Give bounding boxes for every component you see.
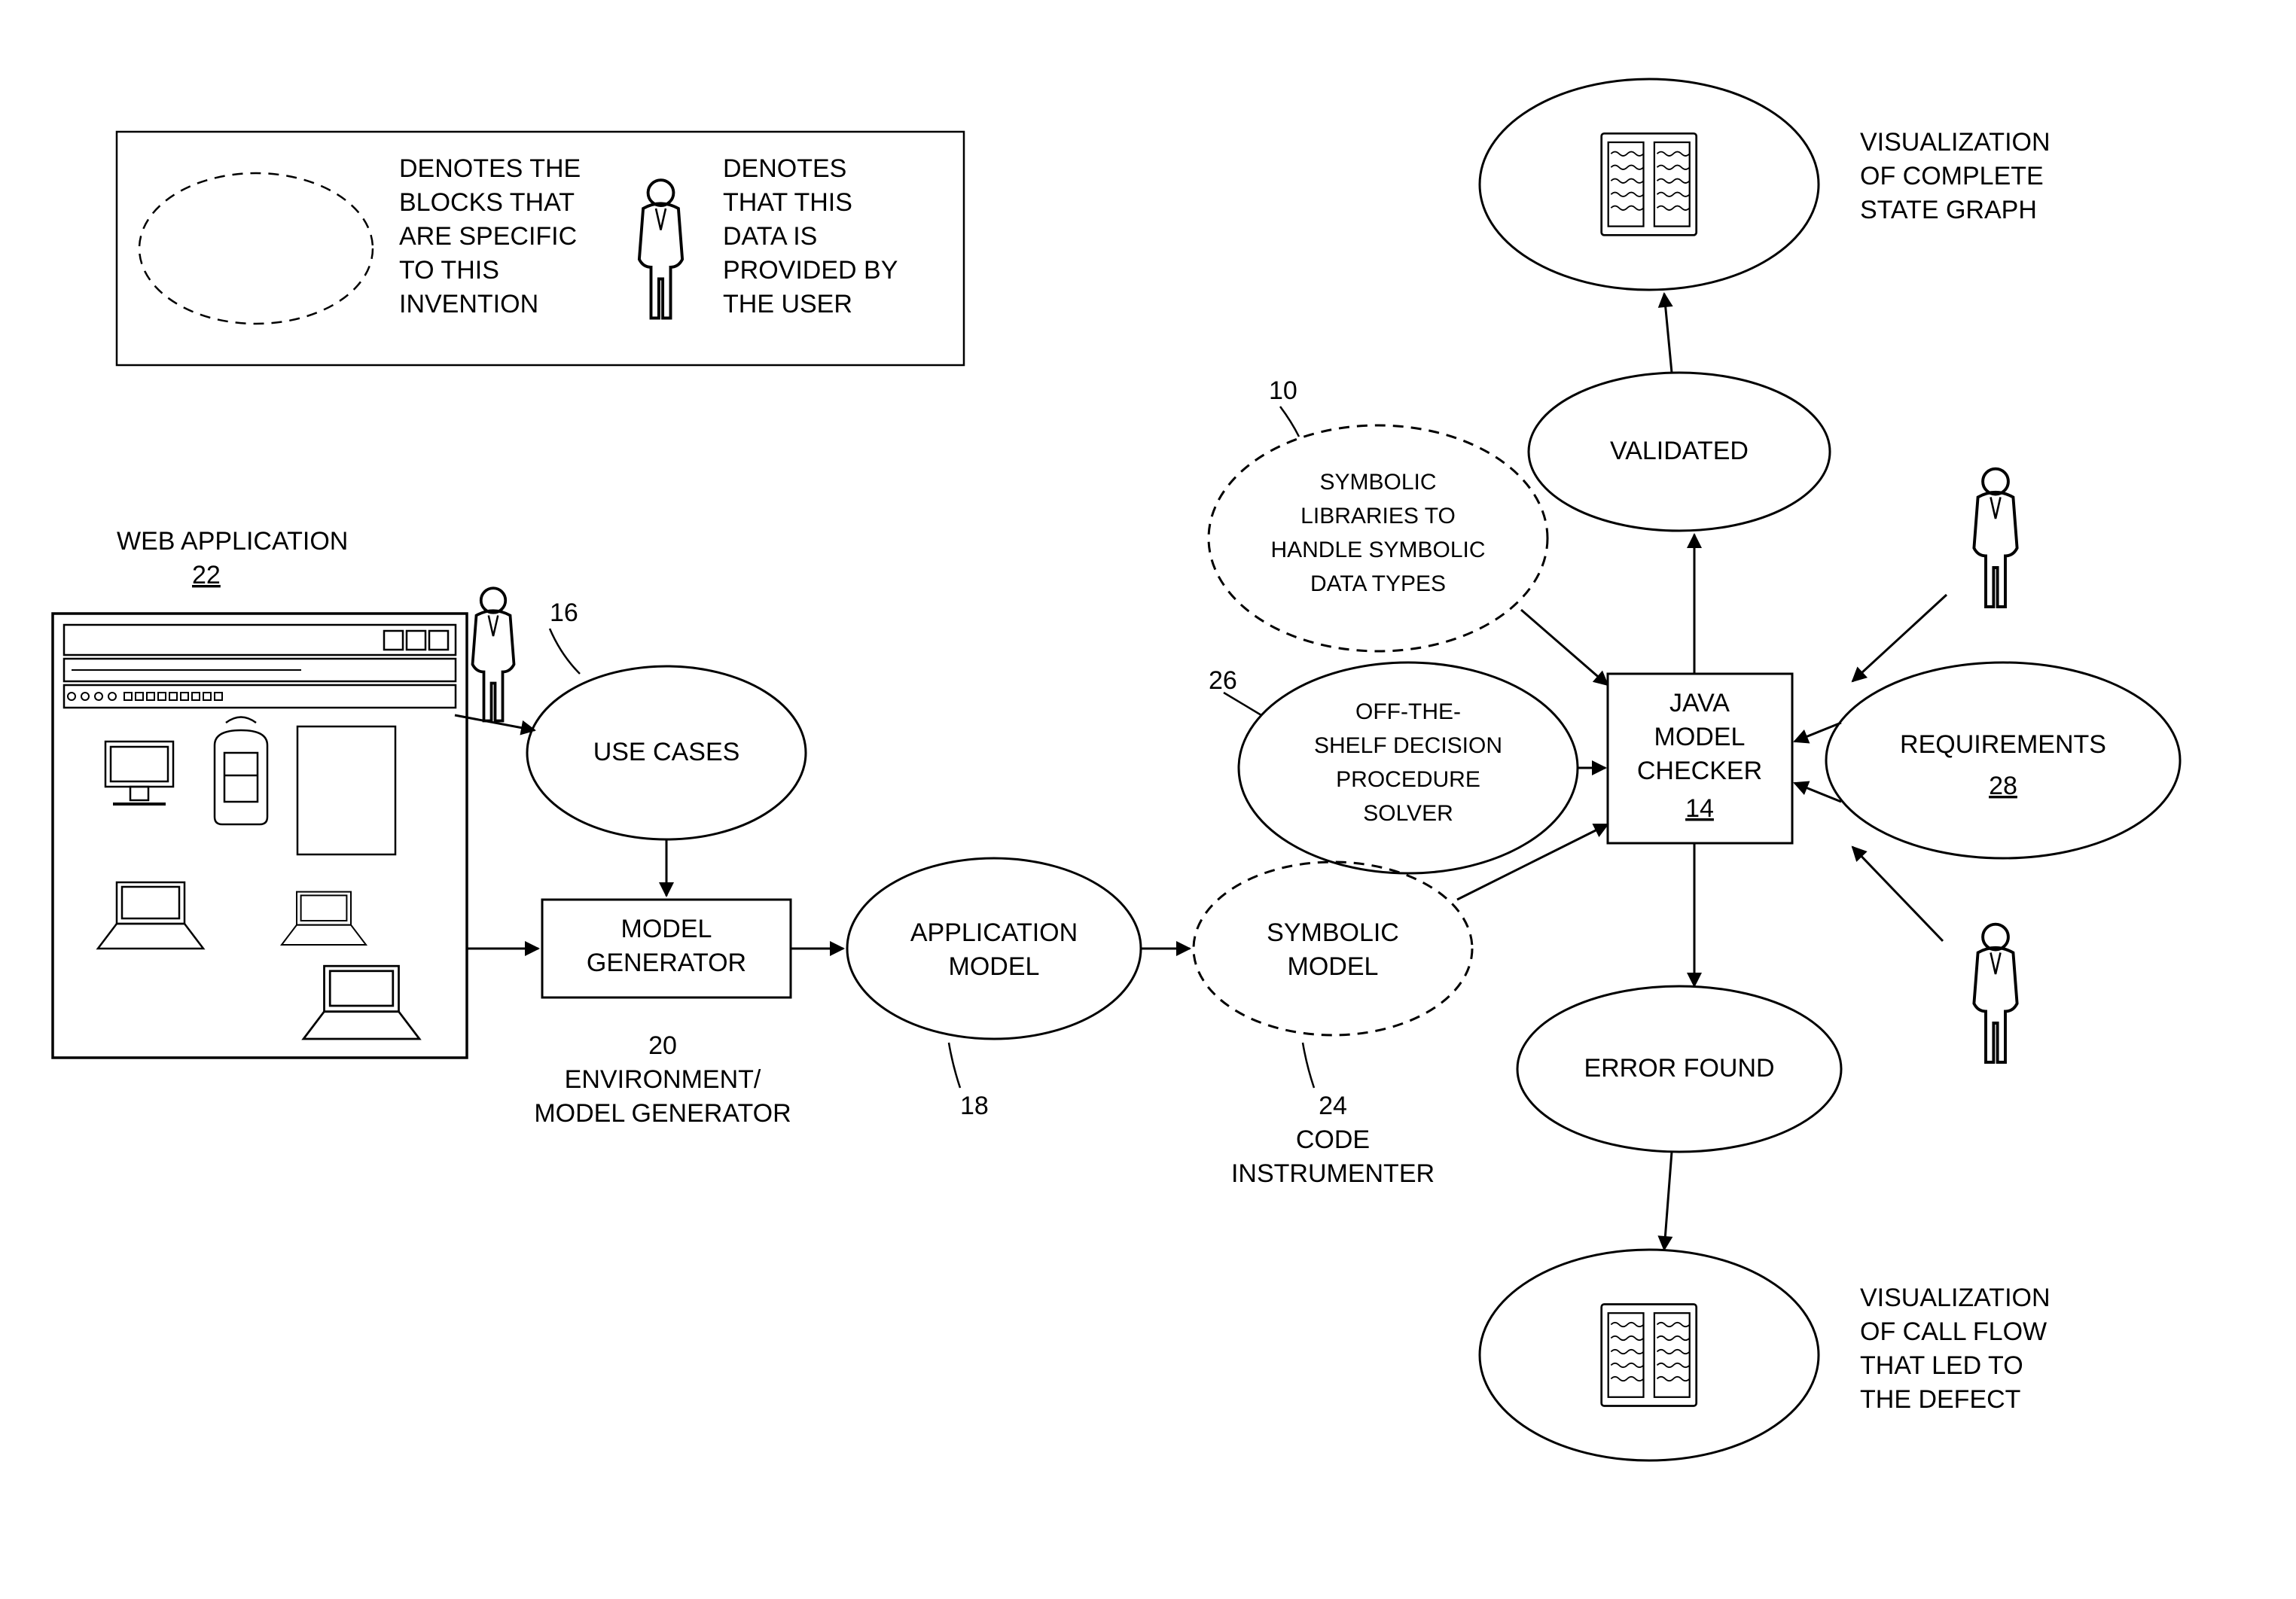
svg-text:STATE GRAPH: STATE GRAPH: [1860, 196, 2037, 224]
user-icon: [473, 588, 514, 720]
document-pair-icon: [1602, 1305, 1697, 1406]
svg-text:SOLVER: SOLVER: [1363, 801, 1453, 826]
code-instrumenter-ref: 24: [1319, 1092, 1347, 1120]
solver-ref: 26: [1209, 666, 1237, 695]
arrow-user-top-to-req: [1852, 595, 1947, 681]
svg-text:CODE: CODE: [1296, 1125, 1370, 1154]
user-icon: [1974, 469, 2017, 607]
svg-text:INVENTION: INVENTION: [399, 290, 538, 318]
laptop-icon: [98, 882, 203, 949]
arrow-req-to-java-b: [1794, 783, 1841, 802]
arrow-symmodel-to-java: [1457, 824, 1608, 900]
laptop-icon: [303, 966, 419, 1039]
use-cases-ref: 16: [550, 598, 578, 627]
legend-user-text: DENOTES: [723, 154, 846, 183]
svg-text:REQUIREMENTS: REQUIREMENTS: [1900, 730, 2106, 759]
viz-top-label: VISUALIZATION: [1860, 128, 2051, 157]
svg-text:THE DEFECT: THE DEFECT: [1860, 1385, 2020, 1414]
svg-text:THAT THIS: THAT THIS: [723, 188, 852, 217]
svg-text:MODEL GENERATOR: MODEL GENERATOR: [534, 1099, 791, 1128]
backpack-icon: [215, 717, 267, 825]
svg-text:ARE SPECIFIC: ARE SPECIFIC: [399, 222, 577, 251]
tablet-icon: [297, 726, 395, 854]
svg-text:GENERATOR: GENERATOR: [587, 949, 746, 977]
svg-text:PROVIDED BY: PROVIDED BY: [723, 256, 898, 285]
svg-text:DATA IS: DATA IS: [723, 222, 817, 251]
svg-text:MODEL: MODEL: [621, 915, 712, 943]
svg-text:BLOCKS THAT: BLOCKS THAT: [399, 188, 575, 217]
svg-text:JAVA: JAVA: [1669, 689, 1730, 717]
application-model-node: [847, 858, 1141, 1039]
browser-window-icon: [53, 614, 467, 1058]
computer-icon: [105, 742, 173, 804]
document-pair-icon: [1602, 133, 1697, 235]
svg-text:SHELF DECISION: SHELF DECISION: [1314, 733, 1502, 758]
svg-text:LIBRARIES TO: LIBRARIES TO: [1300, 504, 1456, 528]
svg-text:OF CALL FLOW: OF CALL FLOW: [1860, 1317, 2047, 1346]
svg-text:OFF-THE-: OFF-THE-: [1355, 699, 1461, 724]
laptop-icon: [282, 892, 366, 945]
svg-text:APPLICATION: APPLICATION: [910, 918, 1078, 947]
svg-text:HANDLE SYMBOLIC: HANDLE SYMBOLIC: [1270, 538, 1485, 562]
user-icon: [1974, 924, 2017, 1062]
arrow-error-to-vizbot: [1664, 1152, 1672, 1250]
svg-text:OF COMPLETE: OF COMPLETE: [1860, 162, 2044, 190]
arrow-symlib-to-java: [1521, 610, 1608, 685]
requirements-ref: 28: [1989, 772, 2017, 800]
svg-text:SYMBOLIC: SYMBOLIC: [1319, 470, 1436, 495]
svg-text:THE USER: THE USER: [723, 290, 852, 318]
svg-text:DATA TYPES: DATA TYPES: [1310, 571, 1446, 596]
use-cases-label: USE CASES: [593, 738, 740, 766]
viz-state-graph-node: [1480, 79, 1819, 290]
svg-text:ENVIRONMENT/: ENVIRONMENT/: [565, 1065, 761, 1094]
viz-bot-label: VISUALIZATION: [1860, 1284, 2051, 1312]
svg-text:VALIDATED: VALIDATED: [1610, 437, 1749, 465]
java-ref: 14: [1685, 794, 1714, 823]
svg-text:INSTRUMENTER: INSTRUMENTER: [1231, 1159, 1435, 1188]
svg-text:ERROR FOUND: ERROR FOUND: [1584, 1054, 1774, 1083]
svg-text:TO THIS: TO THIS: [399, 256, 499, 285]
svg-text:THAT LED TO: THAT LED TO: [1860, 1351, 2023, 1380]
legend-person-icon: [639, 180, 682, 318]
requirements-node: [1826, 662, 2180, 858]
diagram-canvas: DENOTES THE BLOCKS THAT ARE SPECIFIC TO …: [0, 0, 2296, 1599]
legend-dashed-ellipse-icon: [139, 173, 373, 324]
svg-text:MODEL: MODEL: [1654, 723, 1746, 751]
symbolic-model-node: [1194, 862, 1472, 1035]
svg-text:MODEL: MODEL: [949, 952, 1040, 981]
viz-call-flow-node: [1480, 1250, 1819, 1460]
web-app-ref: 22: [192, 561, 221, 589]
svg-text:CHECKER: CHECKER: [1637, 757, 1762, 785]
web-app-label: WEB APPLICATION: [117, 527, 348, 556]
svg-text:PROCEDURE: PROCEDURE: [1336, 767, 1480, 792]
legend-box: DENOTES THE BLOCKS THAT ARE SPECIFIC TO …: [117, 132, 964, 365]
web-application-block: WEB APPLICATION 22: [53, 527, 467, 1058]
legend-ellipse-text: DENOTES THE: [399, 154, 581, 183]
arrow-validated-to-viztop: [1664, 294, 1672, 373]
env-model-ref: 20: [648, 1031, 677, 1060]
app-model-ref: 18: [960, 1092, 989, 1120]
svg-text:SYMBOLIC: SYMBOLIC: [1267, 918, 1399, 947]
sym-lib-ref: 10: [1269, 376, 1297, 405]
arrow-user-bot-to-req: [1852, 847, 1943, 941]
svg-text:MODEL: MODEL: [1288, 952, 1379, 981]
